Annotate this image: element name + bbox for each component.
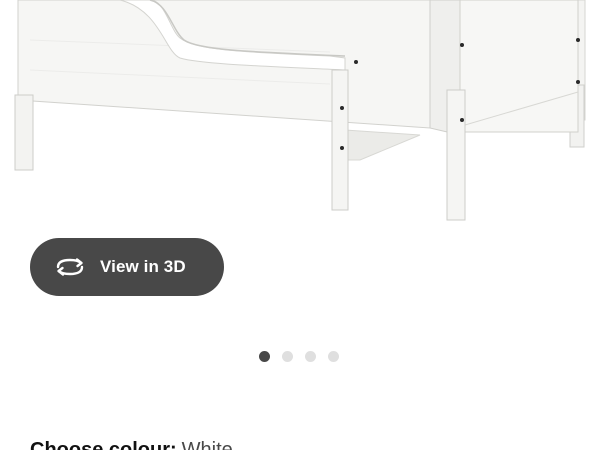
view-in-3d-label: View in 3D	[100, 257, 186, 276]
image-carousel-indicator	[259, 350, 339, 362]
carousel-dot-3[interactable]	[305, 350, 316, 362]
bed-frame-illustration	[14, 0, 586, 221]
choose-colour-row[interactable]: Choose colour: White	[30, 438, 233, 450]
carousel-dot-1[interactable]	[259, 350, 270, 362]
product-page: View in 3D Choose colour: White	[0, 0, 600, 450]
carousel-dot-4[interactable]	[328, 350, 339, 362]
product-image[interactable]	[0, 0, 600, 250]
choose-colour-label: Choose colour:	[30, 439, 177, 450]
view-in-3d-button[interactable]: View in 3D	[30, 238, 224, 296]
selected-colour-value: White	[181, 439, 233, 450]
carousel-dot-2[interactable]	[282, 350, 293, 362]
rotate-3d-icon	[54, 256, 86, 278]
